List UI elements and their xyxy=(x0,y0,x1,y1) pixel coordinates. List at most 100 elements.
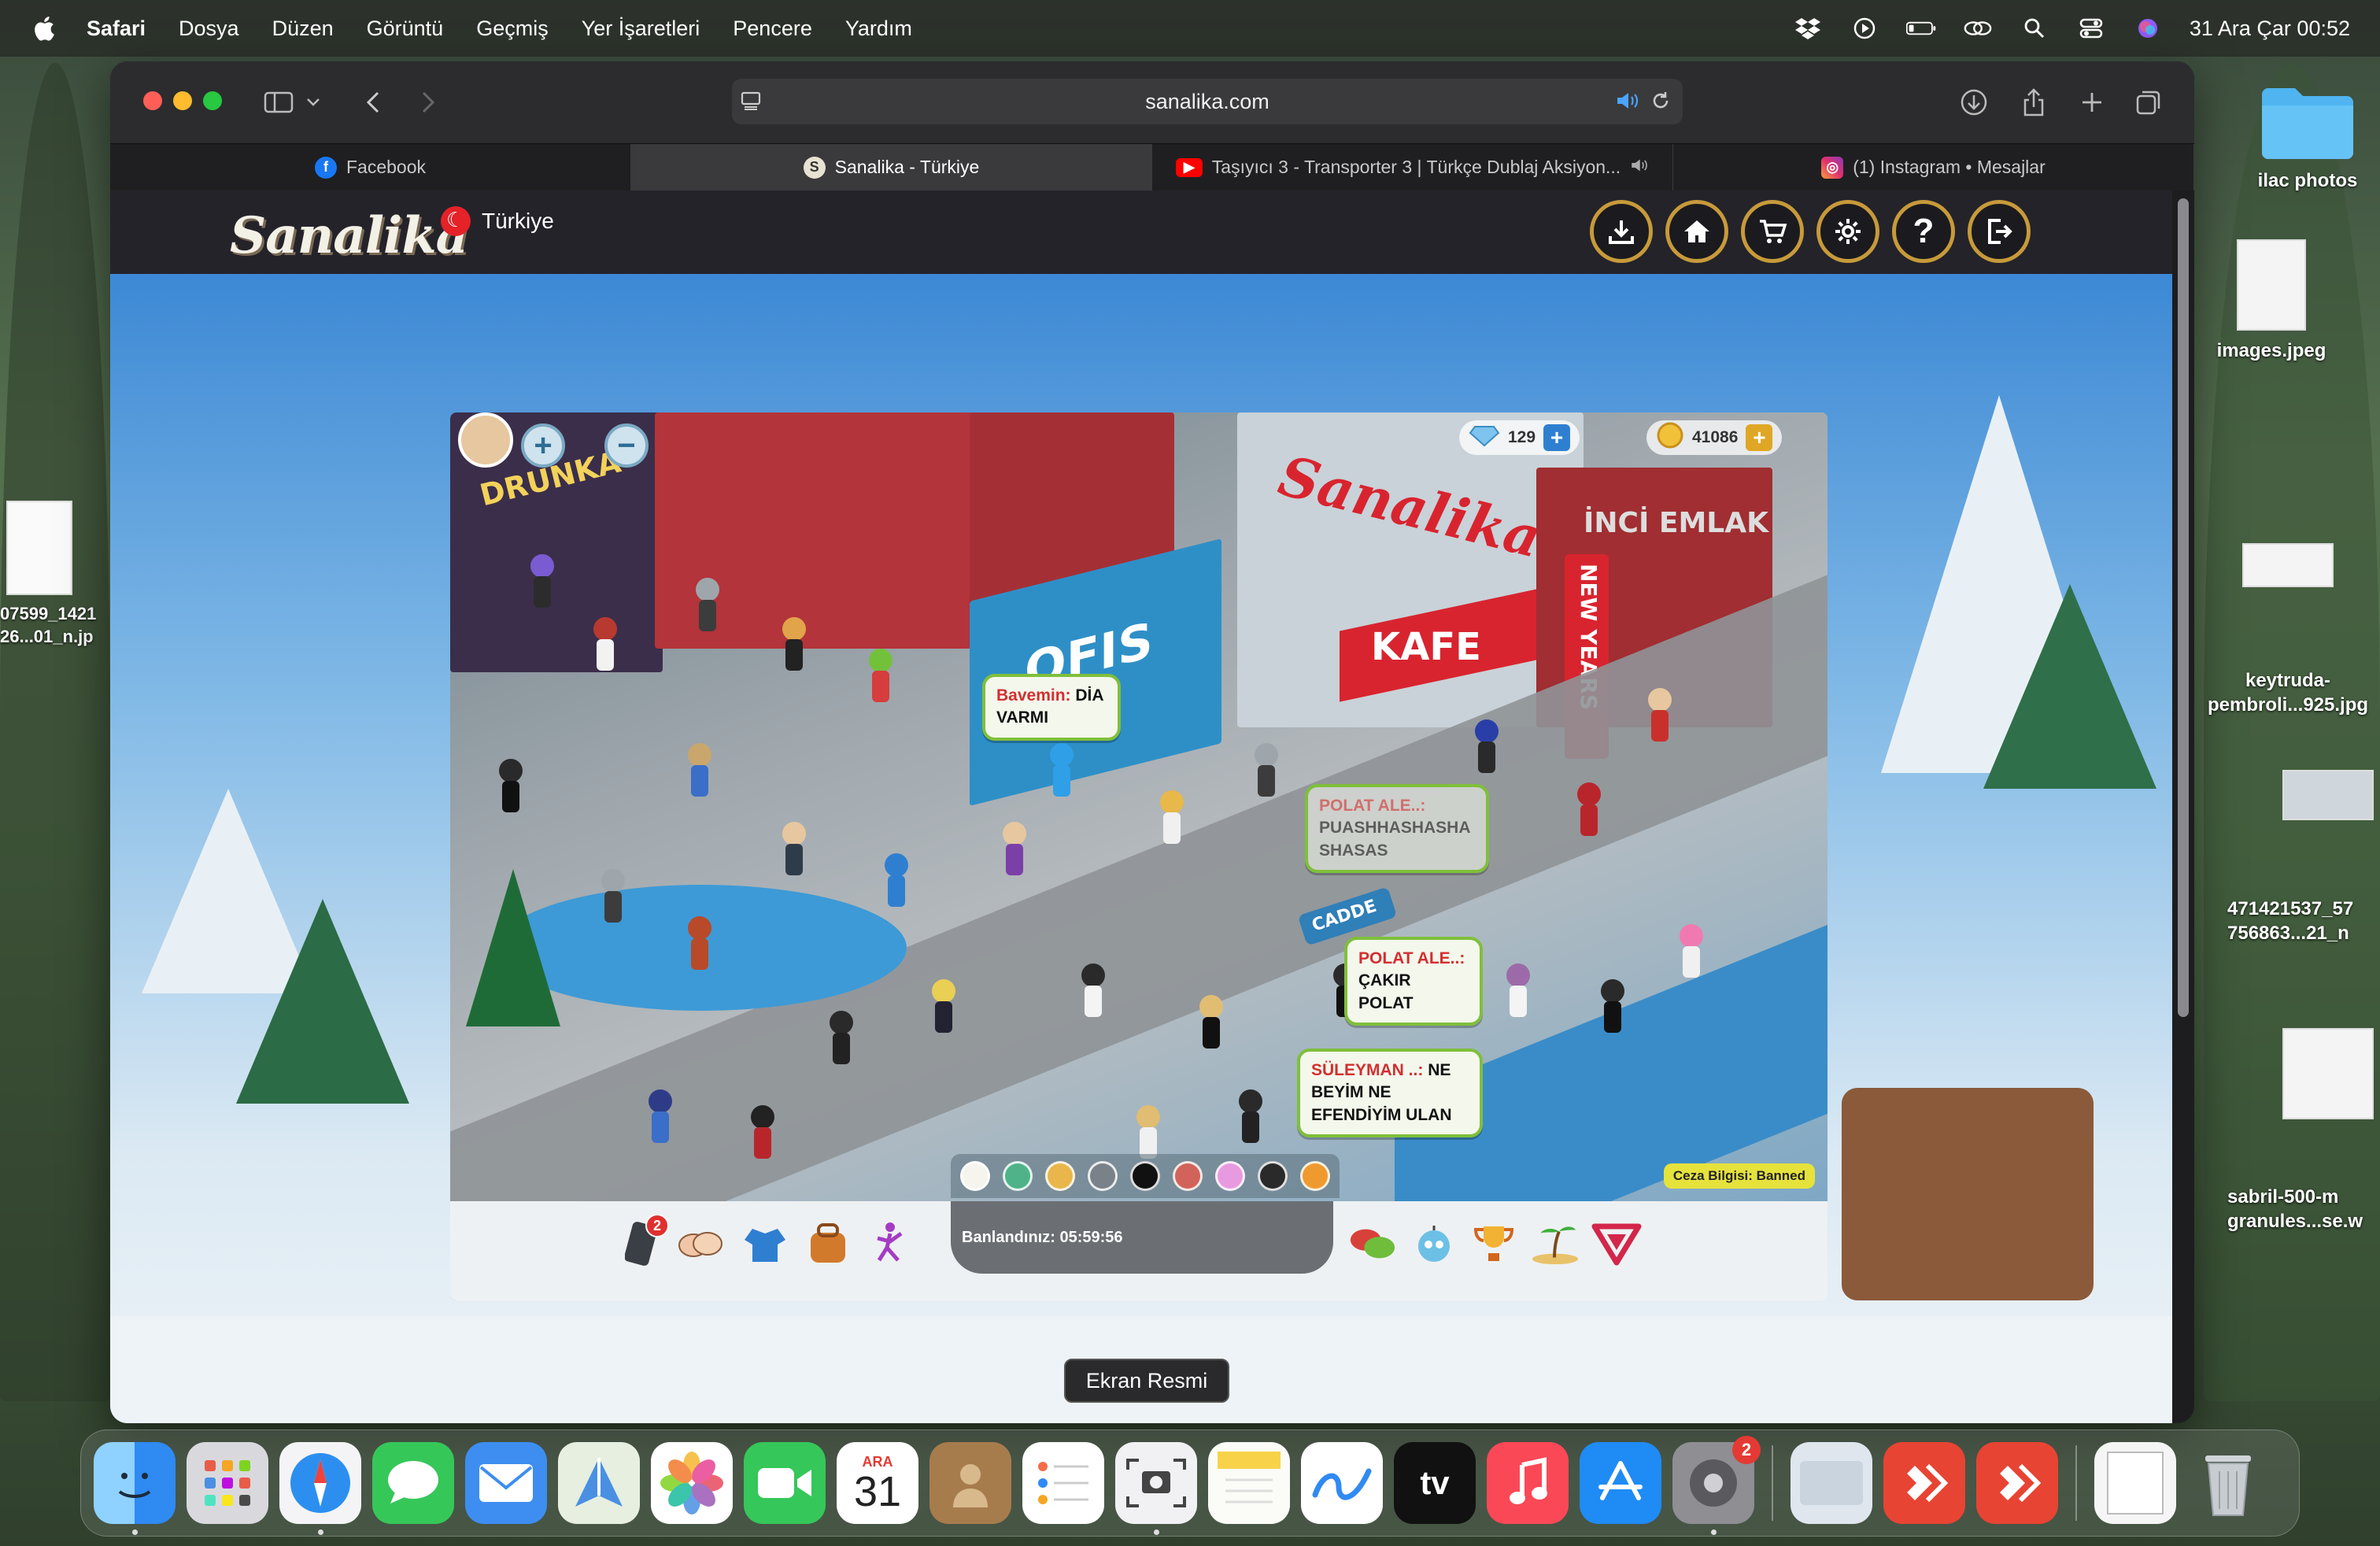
chat-bubbles-icon[interactable] xyxy=(1347,1219,1398,1269)
music-icon[interactable] xyxy=(1487,1442,1569,1524)
share-icon[interactable] xyxy=(2016,85,2051,120)
screenshot-icon[interactable] xyxy=(1115,1442,1197,1535)
avatar[interactable] xyxy=(1576,782,1602,838)
avatar[interactable] xyxy=(529,554,556,609)
sidebar-chevron-icon[interactable] xyxy=(296,85,331,120)
freeform-icon[interactable] xyxy=(1301,1442,1383,1524)
trophy-icon[interactable] xyxy=(1469,1219,1519,1269)
anydesk-icon-2[interactable] xyxy=(1976,1442,2058,1524)
color-swatch[interactable] xyxy=(1088,1161,1118,1191)
apple-icon[interactable] xyxy=(31,14,60,43)
ban-info-badge[interactable]: Ceza Bilgisi: Banned xyxy=(1663,1163,1815,1189)
menubar-datetime[interactable]: 31 Ara Çar 00:52 xyxy=(2190,17,2350,41)
avatar[interactable] xyxy=(749,1105,776,1160)
avatar[interactable] xyxy=(1473,719,1500,775)
reload-icon[interactable] xyxy=(1650,90,1672,117)
trash-icon[interactable] xyxy=(2187,1442,2269,1524)
avatar[interactable] xyxy=(1237,1089,1264,1145)
tab-facebook[interactable]: f Facebook xyxy=(110,144,631,190)
back-arrow-icon[interactable] xyxy=(356,85,390,120)
avatar[interactable] xyxy=(592,617,619,672)
audio-playing-icon[interactable] xyxy=(1615,90,1640,117)
color-swatch[interactable] xyxy=(1130,1161,1160,1191)
messages-icon[interactable] xyxy=(372,1442,454,1524)
desktop-folder-ilac-photos[interactable]: ilac photos xyxy=(2235,83,2380,193)
maximize-window-button[interactable] xyxy=(203,91,222,110)
pet-robot-icon[interactable] xyxy=(1409,1219,1459,1269)
avatar[interactable] xyxy=(1048,743,1075,798)
character-clothes-icon[interactable] xyxy=(740,1219,790,1269)
avatar[interactable] xyxy=(1678,924,1705,979)
add-diamonds-button[interactable]: + xyxy=(1543,424,1571,451)
maps-icon[interactable] xyxy=(558,1442,640,1524)
address-bar[interactable]: sanalika.com xyxy=(732,79,1683,124)
tab-sanalika[interactable]: S Sanalika - Türkiye xyxy=(631,144,1152,190)
color-swatch[interactable] xyxy=(1215,1161,1245,1191)
backpack-inventory-icon[interactable] xyxy=(803,1219,853,1269)
avatar[interactable] xyxy=(497,759,524,814)
tab-youtube[interactable]: ▶ Taşıyıcı 3 - Transporter 3 | Türkçe Du… xyxy=(1152,144,1673,190)
avatar[interactable] xyxy=(1599,979,1626,1034)
avatar[interactable] xyxy=(1159,790,1185,845)
settings-button[interactable] xyxy=(1816,200,1879,263)
logout-button[interactable] xyxy=(1968,200,2031,263)
close-window-button[interactable] xyxy=(143,91,162,110)
avatar[interactable] xyxy=(686,743,713,798)
battery-icon[interactable] xyxy=(1905,17,1936,40)
avatar[interactable] xyxy=(1001,822,1028,877)
menu-pencere[interactable]: Pencere xyxy=(733,17,812,41)
friends-handshake-icon[interactable] xyxy=(675,1219,726,1269)
forward-arrow-icon[interactable] xyxy=(411,85,445,120)
zoom-out-button[interactable]: − xyxy=(604,423,649,468)
page-scrollbar[interactable] xyxy=(2172,190,2194,1423)
color-swatch[interactable] xyxy=(1173,1161,1203,1191)
color-swatch[interactable] xyxy=(1003,1161,1033,1191)
desktop-file-left[interactable]: 07599_1421 26...01_n.jp xyxy=(0,501,96,648)
downloads-stack-icon[interactable] xyxy=(2094,1442,2176,1524)
minimize-window-button[interactable] xyxy=(173,91,192,110)
facetime-icon[interactable] xyxy=(744,1442,826,1524)
site-logo[interactable]: Sanalika xyxy=(230,206,468,265)
sidebar-toggle-icon[interactable] xyxy=(261,85,296,120)
new-tab-icon[interactable] xyxy=(2075,85,2109,120)
downloads-icon[interactable] xyxy=(1957,85,1991,120)
tab-audio-icon[interactable] xyxy=(1630,157,1649,179)
game-canvas[interactable]: DRUNKA OFIS Sanalika KAFE İNCİ EMLAK NEW… xyxy=(450,412,1828,1300)
finder-icon[interactable] xyxy=(94,1442,176,1535)
scrollbar-thumb[interactable] xyxy=(2178,198,2189,1017)
menu-goruntu[interactable]: Görüntü xyxy=(367,17,444,41)
avatar[interactable] xyxy=(1505,963,1532,1019)
avatar[interactable] xyxy=(1253,743,1280,798)
avatar[interactable] xyxy=(828,1011,855,1066)
avatar[interactable] xyxy=(930,979,957,1034)
avatar[interactable] xyxy=(1080,963,1107,1019)
country-selector[interactable]: Türkiye xyxy=(441,206,554,236)
avatar[interactable] xyxy=(1646,688,1673,743)
recent-file-thumbnail[interactable] xyxy=(1791,1442,1872,1524)
island-icon[interactable] xyxy=(1530,1219,1580,1269)
add-coins-button[interactable]: + xyxy=(1746,424,1773,451)
menu-dosya[interactable]: Dosya xyxy=(179,17,239,41)
apple-tv-icon[interactable]: tv xyxy=(1394,1442,1476,1524)
launchpad-icon[interactable] xyxy=(187,1442,268,1524)
triangle-menu-icon[interactable] xyxy=(1591,1219,1642,1269)
desktop-file-images-jpeg[interactable]: images.jpeg xyxy=(2201,239,2342,363)
calendar-icon[interactable]: ARA 31 xyxy=(837,1442,918,1524)
color-swatch[interactable] xyxy=(1300,1161,1330,1191)
app-store-icon[interactable] xyxy=(1580,1442,1661,1524)
menu-gecmis[interactable]: Geçmiş xyxy=(476,17,549,41)
avatar[interactable] xyxy=(600,869,626,924)
game-scene[interactable]: DRUNKA OFIS Sanalika KAFE İNCİ EMLAK NEW… xyxy=(450,412,1828,1300)
avatar[interactable] xyxy=(1135,1105,1162,1160)
reminders-icon[interactable] xyxy=(1022,1442,1104,1524)
color-swatch[interactable] xyxy=(1258,1161,1288,1191)
page-menu-icon[interactable] xyxy=(740,90,762,117)
desktop-file-471421537[interactable]: 471421537_57 756863...21_n xyxy=(2227,721,2380,970)
play-icon[interactable] xyxy=(1850,17,1879,40)
avatar[interactable] xyxy=(867,649,894,704)
cart-button[interactable] xyxy=(1741,200,1804,263)
menu-app-name[interactable]: Safari xyxy=(87,17,146,41)
menu-yer-isaretleri[interactable]: Yer İşaretleri xyxy=(582,17,700,41)
dance-action-icon[interactable] xyxy=(864,1219,915,1269)
help-button[interactable]: ? xyxy=(1892,200,1955,263)
